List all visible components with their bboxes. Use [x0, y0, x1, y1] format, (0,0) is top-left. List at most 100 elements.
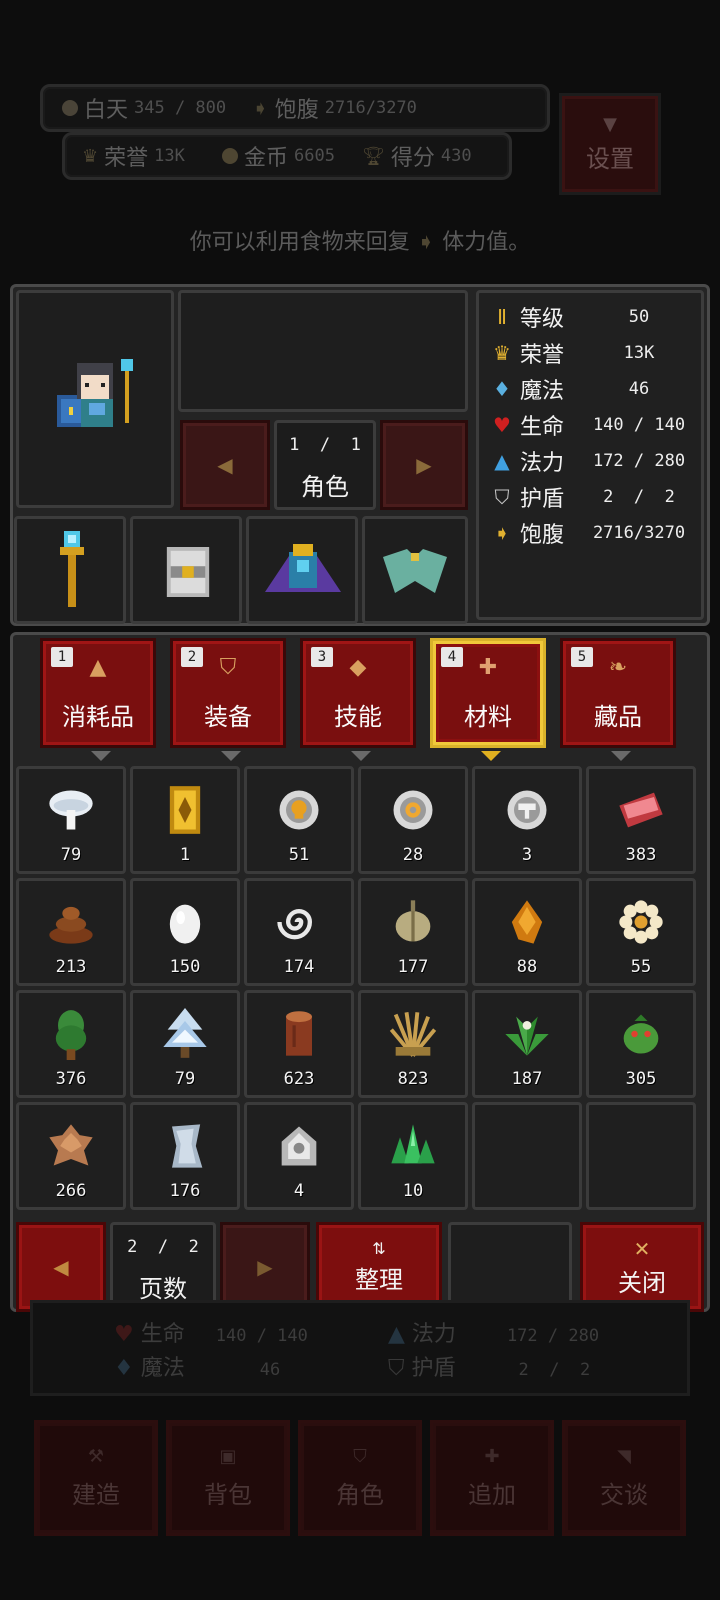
settings-label: 设置 — [586, 145, 634, 173]
nav-label: 背包 — [204, 1481, 252, 1509]
tab-diamond[interactable]: 3 ◆ 技能 — [300, 638, 416, 761]
equip-slot-weapon[interactable] — [14, 516, 126, 624]
character-prev-button[interactable]: ◀ — [180, 420, 270, 510]
inventory-slot[interactable] — [586, 1102, 696, 1210]
inventory-slot[interactable]: 1 — [130, 766, 240, 874]
inventory-slot[interactable]: 10 — [358, 1102, 468, 1210]
emerald-icon — [361, 1119, 465, 1173]
staff-icon — [60, 531, 84, 607]
inventory-slot[interactable]: 177 — [358, 878, 468, 986]
nav-character-button[interactable]: ⛉ 角色 — [298, 1420, 422, 1536]
gold-stat: 金币 6605 — [222, 140, 335, 172]
inventory-slot[interactable]: 4 — [244, 1102, 354, 1210]
gold-card-icon — [133, 783, 237, 837]
crown-icon: ♛ — [493, 341, 511, 365]
inventory-slot[interactable]: 28 — [358, 766, 468, 874]
inventory-slot[interactable]: 187 — [472, 990, 582, 1098]
settings-button[interactable]: ▼ 设置 — [562, 96, 658, 192]
inventory-slot[interactable]: 79 — [16, 766, 126, 874]
close-button[interactable]: ✕ 关闭 — [580, 1222, 704, 1312]
inventory-slot[interactable] — [472, 1102, 582, 1210]
item-count: 10 — [402, 1181, 424, 1201]
tab-flask[interactable]: 1 ▲ 消耗品 — [40, 638, 156, 761]
chat-icon: ◥ — [617, 1446, 631, 1467]
hint-after: 体力值。 — [442, 230, 531, 255]
item-count: 823 — [397, 1069, 429, 1089]
level-icon: Ⅱ — [497, 305, 507, 329]
nav-hammer-button[interactable]: ⚒ 建造 — [34, 1420, 158, 1536]
nav-chat-button[interactable]: ◥ 交谈 — [562, 1420, 686, 1536]
character-icon: ⛉ — [353, 1446, 367, 1467]
honor-stat: ♛ 荣誉 13K — [82, 140, 185, 172]
inventory-slot[interactable]: 623 — [244, 990, 354, 1098]
nav-label: 交谈 — [600, 1481, 648, 1509]
tome-icon — [166, 547, 210, 597]
inventory-slot[interactable]: 79 — [130, 990, 240, 1098]
bg-magic-label: 魔法 — [140, 1356, 185, 1381]
tab-leaf[interactable]: 5 ❧ 藏品 — [560, 638, 676, 761]
inventory-slot[interactable]: 383 — [586, 766, 696, 874]
score-label: 得分 — [390, 146, 435, 171]
inventory-slot[interactable]: 176 — [130, 1102, 240, 1210]
character-next-button[interactable]: ▶ — [380, 420, 468, 510]
item-count: 55 — [630, 957, 652, 977]
nav-bag-button[interactable]: ▣ 背包 — [166, 1420, 290, 1536]
inventory-slot[interactable]: 174 — [244, 878, 354, 986]
wheat-icon — [361, 1007, 465, 1061]
inventory-slot[interactable]: 150 — [130, 878, 240, 986]
arrow-right-icon: ▶ — [416, 453, 432, 477]
equip-slot-offhand[interactable] — [130, 516, 242, 624]
day-label: 白天 — [84, 98, 129, 123]
bg-shield-value: 2 / 2 — [518, 1360, 591, 1380]
tab-label: 技能 — [334, 703, 382, 731]
snow-tree-icon — [133, 1007, 237, 1061]
portrait-slot[interactable] — [16, 290, 174, 508]
stat-row-6: ➧ 饱腹 2716/3270 — [490, 516, 698, 550]
stat-value: 50 — [628, 307, 650, 327]
satiety-value: 2716/3270 — [324, 98, 417, 118]
magic-icon: ♦ — [493, 377, 511, 401]
heart-icon: ♥ — [493, 413, 511, 437]
nav-add-button[interactable]: ✚ 追加 — [430, 1420, 554, 1536]
potion-icon: ▲ — [494, 449, 510, 473]
character-page: 1 / 1 — [289, 435, 361, 455]
ore-icon — [247, 1119, 351, 1173]
inventory-slot[interactable]: 266 — [16, 1102, 126, 1210]
trophy-icon: 🏆︎ — [362, 145, 385, 167]
sort-button[interactable]: ⇅ 整理 — [316, 1222, 442, 1312]
stat-value: 46 — [628, 379, 650, 399]
item-count: 174 — [283, 957, 315, 977]
tab-armor[interactable]: 2 ⛉ 装备 — [170, 638, 286, 761]
crown-icon: ♛ — [82, 145, 99, 167]
inventory-slot[interactable]: 3 — [472, 766, 582, 874]
inventory-slot[interactable]: 305 — [586, 990, 696, 1098]
item-count: 266 — [55, 1181, 87, 1201]
hammer-icon: ⚒ — [87, 1446, 105, 1467]
equip-slot-armor[interactable] — [246, 516, 358, 624]
silver-coin-icon — [361, 783, 465, 837]
equip-slot-cape[interactable] — [362, 516, 468, 624]
hide-icon — [19, 1119, 123, 1173]
heart-icon: ♥ — [114, 1322, 134, 1347]
item-count: 28 — [402, 845, 424, 865]
day-stat: 白天 345 / 800 — [62, 92, 226, 124]
satiety-hint-icon: ➧ — [416, 230, 436, 255]
sort-icon: ⇅ — [372, 1239, 386, 1258]
item-count: 213 — [55, 957, 87, 977]
cactus-icon — [589, 1007, 693, 1061]
bg-mp-value: 172 / 280 — [506, 1326, 600, 1346]
tab-plus[interactable]: 4 ✚ 材料 — [430, 638, 546, 761]
inventory-slot[interactable]: 823 — [358, 990, 468, 1098]
tab-indicator-icon — [91, 751, 111, 761]
inventory-prev-button[interactable]: ◀ — [16, 1222, 106, 1312]
egg-icon — [133, 895, 237, 949]
inventory-slot[interactable]: 51 — [244, 766, 354, 874]
inventory-slot[interactable]: 213 — [16, 878, 126, 986]
inventory-slot[interactable]: 55 — [586, 878, 696, 986]
inventory-next-button[interactable]: ▶ — [220, 1222, 310, 1312]
stat-row-3: ♥ 生命 140 / 140 — [490, 408, 698, 442]
tree-icon — [19, 1007, 123, 1061]
inventory-slot[interactable]: 88 — [472, 878, 582, 986]
inventory-slot[interactable]: 376 — [16, 990, 126, 1098]
inventory-page: 2 / 2 — [127, 1237, 199, 1257]
